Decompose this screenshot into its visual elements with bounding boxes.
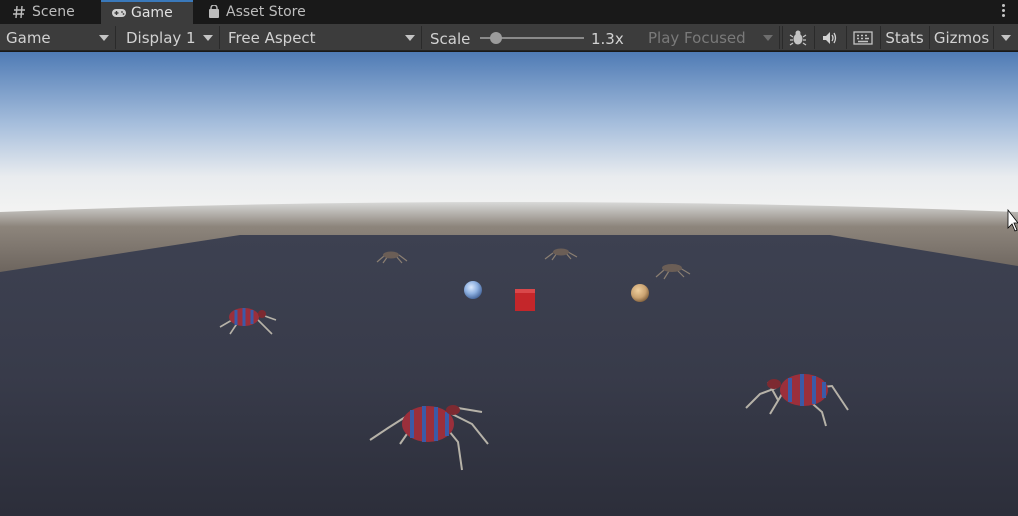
scale-label: Scale <box>430 30 471 48</box>
gamepad-icon <box>112 9 126 17</box>
view-mode-dropdown[interactable]: Game <box>0 26 116 49</box>
blue-sphere <box>464 281 482 299</box>
shortcuts-button[interactable] <box>846 26 878 49</box>
chevron-down-icon <box>1001 34 1011 41</box>
ground-plane <box>0 235 1018 516</box>
scale-value: 1.3x <box>591 30 624 48</box>
display-value: Display 1 <box>126 28 196 47</box>
bug-toggle-button[interactable] <box>782 26 812 49</box>
shopping-bag-icon <box>209 5 219 18</box>
gizmos-button[interactable]: Gizmos <box>929 26 993 49</box>
tab-game-label: Game <box>131 5 173 21</box>
tab-scene[interactable]: Scene <box>2 0 98 24</box>
aspect-value: Free Aspect <box>228 28 316 47</box>
chevron-down-icon <box>763 35 773 41</box>
tab-asset-store[interactable]: Asset Store <box>196 0 326 24</box>
tan-sphere <box>631 284 649 302</box>
chevron-down-icon <box>99 35 109 41</box>
chevron-down-icon <box>203 35 213 41</box>
stats-label: Stats <box>885 28 924 47</box>
tab-asset-store-label: Asset Store <box>226 4 306 20</box>
bug-icon <box>789 30 806 46</box>
kebab-menu-icon[interactable] <box>1002 4 1006 20</box>
editor-tab-bar: Scene Game Asset Store <box>0 0 1018 24</box>
game-viewport[interactable] <box>0 52 1018 516</box>
play-mode-dropdown[interactable]: Play Focused <box>642 26 780 49</box>
hash-icon <box>13 5 25 19</box>
display-dropdown[interactable]: Display 1 <box>120 26 220 49</box>
scale-slider-handle[interactable] <box>490 32 502 44</box>
tab-scene-label: Scene <box>32 4 75 20</box>
view-mode-value: Game <box>6 28 51 47</box>
sky <box>0 52 1018 212</box>
stats-button[interactable]: Stats <box>880 26 928 49</box>
tab-game[interactable]: Game <box>101 0 193 24</box>
rendered-scene <box>0 52 1018 516</box>
gizmos-label: Gizmos <box>933 28 990 47</box>
red-cube <box>515 289 535 311</box>
audio-icon <box>822 31 836 44</box>
play-mode-value: Play Focused <box>648 28 746 47</box>
keyboard-icon <box>852 30 873 45</box>
mute-audio-button[interactable] <box>814 26 844 49</box>
gizmos-dropdown-button[interactable] <box>993 26 1018 49</box>
chevron-down-icon <box>405 35 415 41</box>
aspect-dropdown[interactable]: Free Aspect <box>222 26 422 49</box>
